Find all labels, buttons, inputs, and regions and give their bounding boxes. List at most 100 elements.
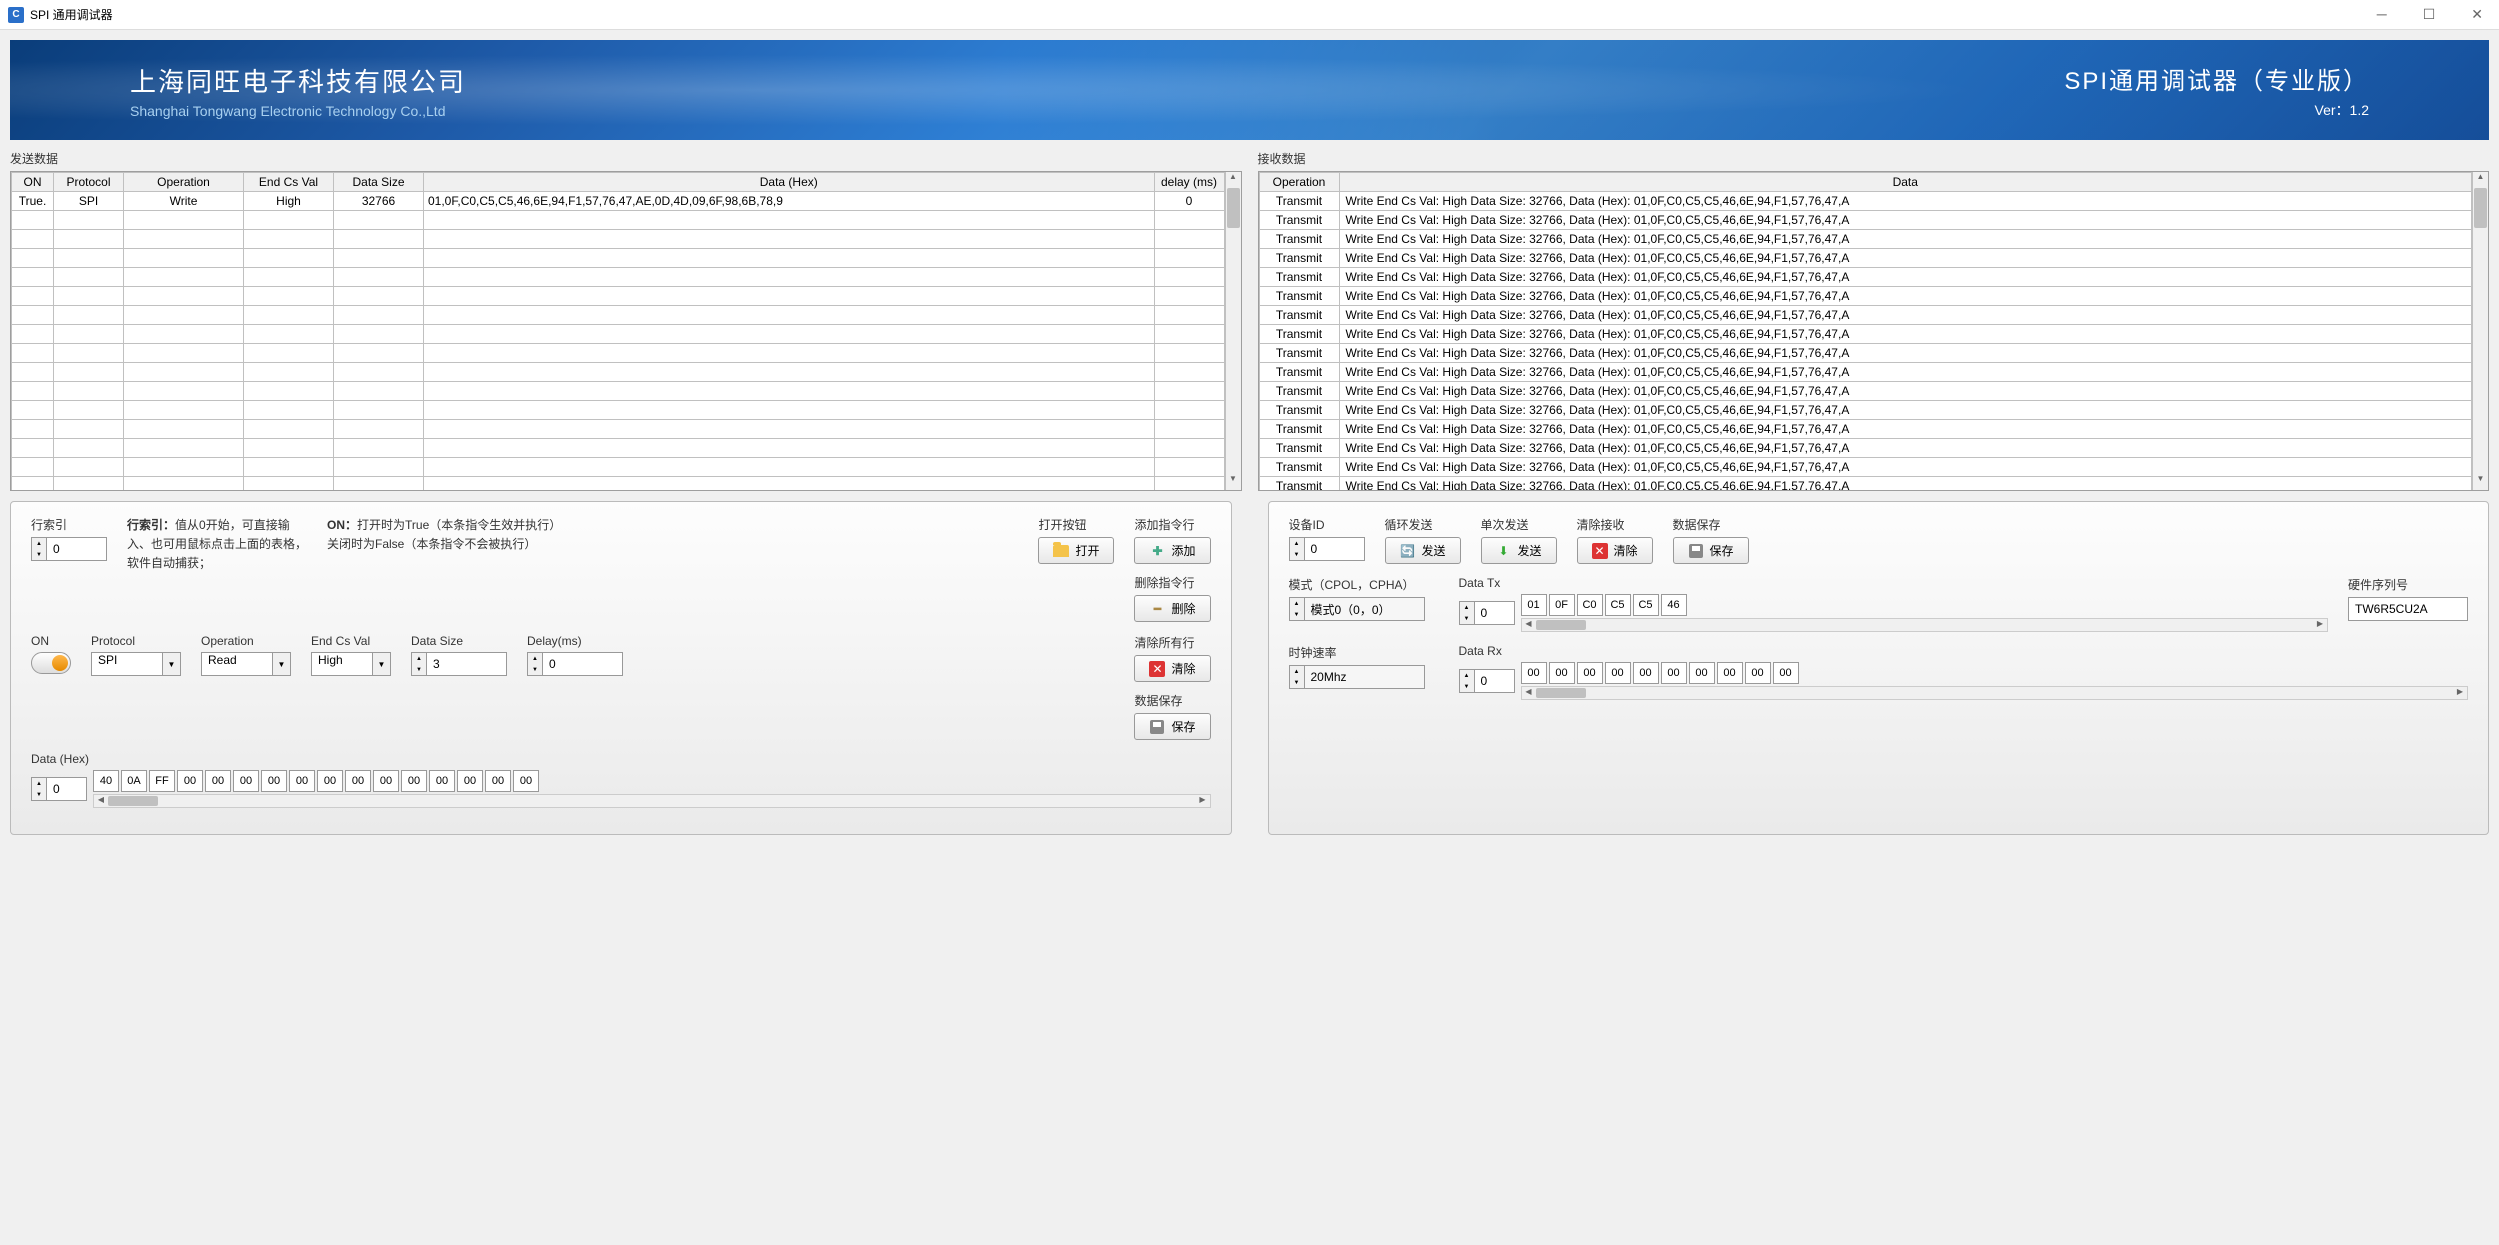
datahex-boxes[interactable]: 400AFF00000000000000000000000000 xyxy=(93,770,1211,792)
hex-cell[interactable]: 0A xyxy=(121,770,147,792)
table-row[interactable] xyxy=(12,306,1225,325)
save-recv-button[interactable]: 保存 xyxy=(1673,537,1749,564)
datahex-index-spinner[interactable]: ▲▼ xyxy=(31,777,87,801)
table-row[interactable] xyxy=(12,287,1225,306)
delay-spinner[interactable]: ▲▼ xyxy=(527,652,623,676)
table-row[interactable] xyxy=(12,249,1225,268)
datarx-scrollbar[interactable]: ◀▶ xyxy=(1521,686,2469,700)
hex-cell[interactable]: 00 xyxy=(1717,662,1743,684)
on-toggle[interactable] xyxy=(31,652,71,674)
hex-cell[interactable]: 00 xyxy=(1689,662,1715,684)
mode-spinner[interactable]: ▲▼模式0（0，0） xyxy=(1289,597,1439,621)
row-index-spinner[interactable]: ▲▼ xyxy=(31,537,107,561)
datasize-spinner[interactable]: ▲▼ xyxy=(411,652,507,676)
table-row[interactable]: TransmitWrite End Cs Val: High Data Size… xyxy=(1259,192,2472,211)
hex-cell[interactable]: 00 xyxy=(289,770,315,792)
table-row[interactable] xyxy=(12,230,1225,249)
maximize-button[interactable]: ☐ xyxy=(2415,6,2444,23)
hex-cell[interactable]: C0 xyxy=(1577,594,1603,616)
once-send-button[interactable]: ⬇发送 xyxy=(1481,537,1557,564)
minimize-button[interactable]: ─ xyxy=(2369,6,2395,23)
clear-recv-button[interactable]: ✕清除 xyxy=(1577,537,1653,564)
hex-cell[interactable]: 00 xyxy=(1605,662,1631,684)
send-table[interactable]: ONProtocolOperationEnd Cs ValData SizeDa… xyxy=(11,172,1225,490)
datatx-index-spinner[interactable]: ▲▼ xyxy=(1459,601,1515,625)
protocol-combo[interactable]: SPI▼ xyxy=(91,652,181,676)
hex-cell[interactable]: 00 xyxy=(513,770,539,792)
endcs-combo[interactable]: High▼ xyxy=(311,652,391,676)
table-row[interactable]: TransmitWrite End Cs Val: High Data Size… xyxy=(1259,344,2472,363)
hex-cell[interactable]: 00 xyxy=(1633,662,1659,684)
table-row[interactable] xyxy=(12,344,1225,363)
table-row[interactable] xyxy=(12,363,1225,382)
table-row[interactable]: TransmitWrite End Cs Val: High Data Size… xyxy=(1259,249,2472,268)
datahex-scrollbar[interactable]: ◀▶ xyxy=(93,794,1211,808)
hex-cell[interactable]: 00 xyxy=(1661,662,1687,684)
hex-cell[interactable]: 01 xyxy=(1521,594,1547,616)
open-button[interactable]: 打开 xyxy=(1038,537,1114,564)
hex-cell[interactable]: 00 xyxy=(1577,662,1603,684)
datarx-index-spinner[interactable]: ▲▼ xyxy=(1459,669,1515,693)
datatx-boxes[interactable]: 010FC0C5C546 xyxy=(1521,594,2329,616)
hex-cell[interactable]: 00 xyxy=(401,770,427,792)
datatx-scrollbar[interactable]: ◀▶ xyxy=(1521,618,2329,632)
hex-cell[interactable]: FF xyxy=(149,770,175,792)
hex-cell[interactable]: 00 xyxy=(317,770,343,792)
operation-combo[interactable]: Read▼ xyxy=(201,652,291,676)
delay-input[interactable] xyxy=(543,652,623,676)
hex-cell[interactable]: 00 xyxy=(261,770,287,792)
table-row[interactable]: TransmitWrite End Cs Val: High Data Size… xyxy=(1259,306,2472,325)
hex-cell[interactable]: C5 xyxy=(1633,594,1659,616)
hex-cell[interactable]: 00 xyxy=(1745,662,1771,684)
table-row[interactable] xyxy=(12,420,1225,439)
clear-all-button[interactable]: ✕清除 xyxy=(1134,655,1210,682)
table-row[interactable]: TransmitWrite End Cs Val: High Data Size… xyxy=(1259,477,2472,491)
hex-cell[interactable]: 00 xyxy=(429,770,455,792)
hex-cell[interactable]: 40 xyxy=(93,770,119,792)
hex-cell[interactable]: 00 xyxy=(233,770,259,792)
hex-cell[interactable]: 00 xyxy=(373,770,399,792)
table-row[interactable]: TransmitWrite End Cs Val: High Data Size… xyxy=(1259,287,2472,306)
table-row[interactable]: TransmitWrite End Cs Val: High Data Size… xyxy=(1259,382,2472,401)
table-row[interactable]: TransmitWrite End Cs Val: High Data Size… xyxy=(1259,325,2472,344)
table-row[interactable]: TransmitWrite End Cs Val: High Data Size… xyxy=(1259,401,2472,420)
device-id-spinner[interactable]: ▲▼ xyxy=(1289,537,1365,561)
table-row[interactable]: TransmitWrite End Cs Val: High Data Size… xyxy=(1259,439,2472,458)
table-row[interactable] xyxy=(12,439,1225,458)
table-row[interactable]: TransmitWrite End Cs Val: High Data Size… xyxy=(1259,458,2472,477)
hex-cell[interactable]: C5 xyxy=(1605,594,1631,616)
table-row[interactable] xyxy=(12,382,1225,401)
hex-cell[interactable]: 00 xyxy=(345,770,371,792)
table-row[interactable]: True.SPIWriteHigh3276601,0F,C0,C5,C5,46,… xyxy=(12,192,1225,211)
hwsn-input[interactable] xyxy=(2348,597,2468,621)
send-scrollbar[interactable]: ▲ ▼ xyxy=(1225,172,1241,490)
table-row[interactable] xyxy=(12,268,1225,287)
loop-send-button[interactable]: 🔄发送 xyxy=(1385,537,1461,564)
recv-scrollbar[interactable]: ▲ ▼ xyxy=(2472,172,2488,490)
clock-spinner[interactable]: ▲▼20Mhz xyxy=(1289,665,1439,689)
table-row[interactable] xyxy=(12,211,1225,230)
close-button[interactable]: ✕ xyxy=(2463,6,2491,23)
hex-cell[interactable]: 00 xyxy=(1549,662,1575,684)
delete-row-button[interactable]: ━删除 xyxy=(1134,595,1210,622)
hex-cell[interactable]: 00 xyxy=(485,770,511,792)
row-index-input[interactable] xyxy=(47,537,107,561)
table-row[interactable] xyxy=(12,401,1225,420)
save-button[interactable]: 保存 xyxy=(1134,713,1210,740)
table-row[interactable]: TransmitWrite End Cs Val: High Data Size… xyxy=(1259,268,2472,287)
table-row[interactable]: TransmitWrite End Cs Val: High Data Size… xyxy=(1259,420,2472,439)
hex-cell[interactable]: 00 xyxy=(1521,662,1547,684)
table-row[interactable]: TransmitWrite End Cs Val: High Data Size… xyxy=(1259,230,2472,249)
hex-cell[interactable]: 46 xyxy=(1661,594,1687,616)
hex-cell[interactable]: 0F xyxy=(1549,594,1575,616)
table-row[interactable] xyxy=(12,325,1225,344)
datarx-boxes[interactable]: 00000000000000000000 xyxy=(1521,662,2469,684)
add-row-button[interactable]: ✚添加 xyxy=(1134,537,1210,564)
recv-table[interactable]: OperationData TransmitWrite End Cs Val: … xyxy=(1259,172,2473,490)
table-row[interactable] xyxy=(12,477,1225,491)
table-row[interactable] xyxy=(12,458,1225,477)
table-row[interactable]: TransmitWrite End Cs Val: High Data Size… xyxy=(1259,363,2472,382)
table-row[interactable]: TransmitWrite End Cs Val: High Data Size… xyxy=(1259,211,2472,230)
datasize-input[interactable] xyxy=(427,652,507,676)
hex-cell[interactable]: 00 xyxy=(1773,662,1799,684)
